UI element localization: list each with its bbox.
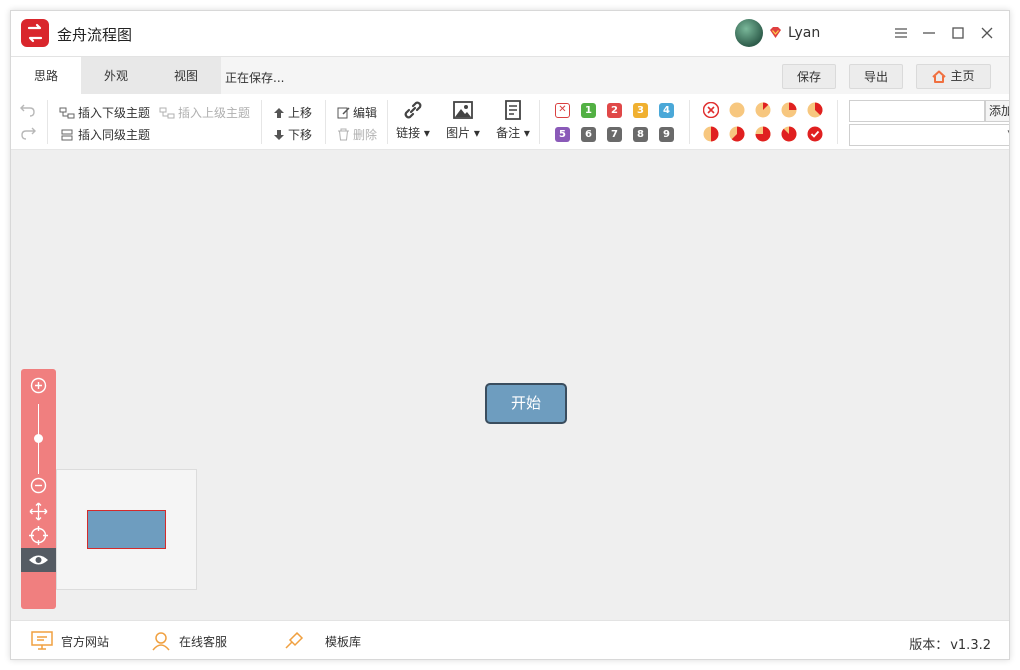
progress-6-icon[interactable] (729, 126, 745, 142)
zoom-slider-handle[interactable] (34, 434, 43, 443)
zoom-in-icon[interactable] (29, 376, 48, 395)
progress-4-icon[interactable] (807, 102, 823, 118)
progress-2-icon[interactable] (755, 102, 771, 118)
priority-4-icon[interactable]: 4 (659, 103, 674, 118)
arrow-down-icon (274, 129, 284, 140)
app-window: 金舟流程图 Lyan 思路 外观 视图 正在保存... 保存 导出 主页 插入下… (10, 10, 1010, 660)
insert-sibling-icon (61, 129, 73, 140)
app-logo-icon (21, 19, 49, 47)
note-button[interactable]: 备注 ▾ (491, 98, 535, 141)
move-icon[interactable] (29, 502, 48, 521)
tag-select[interactable]: ▾ (849, 124, 1009, 146)
link-button[interactable]: 链接 ▾ (391, 98, 435, 141)
zoom-out-icon[interactable] (29, 476, 48, 495)
priority-2-icon[interactable]: 2 (607, 103, 622, 118)
insert-child-button[interactable]: 插入下级主题 (59, 104, 150, 121)
insert-child-icon (59, 107, 75, 118)
image-button[interactable]: 图片 ▾ (441, 98, 485, 141)
progress-7-icon[interactable] (755, 126, 771, 142)
progress-1-icon[interactable] (729, 102, 745, 118)
tab-thinking[interactable]: 思路 (11, 57, 81, 95)
edit-icon (337, 107, 350, 119)
center-icon[interactable] (29, 526, 48, 545)
undo-icon[interactable] (19, 102, 37, 118)
eye-icon (29, 555, 48, 565)
arrow-up-icon (274, 107, 284, 118)
insert-sibling-button[interactable]: 插入同级主题 (59, 126, 150, 143)
progress-9-icon[interactable] (807, 126, 823, 142)
avatar[interactable] (735, 19, 763, 47)
add-button[interactable]: 添加 (985, 100, 1009, 122)
priority-8-icon[interactable]: 8 (633, 127, 648, 142)
user-icon (152, 632, 170, 651)
insert-parent-button[interactable]: 插入上级主题 (159, 104, 250, 121)
website-link[interactable]: 官方网站 (31, 631, 109, 651)
chevron-down-icon: ▾ (1007, 128, 1009, 138)
brush-icon (285, 631, 304, 649)
close-icon[interactable] (977, 23, 997, 43)
priority-clear-icon[interactable]: ✕ (555, 103, 570, 118)
ribbon-toolbar: 插入下级主题 插入上级主题 插入同级主题 上移 下移 编辑 删除 链接 ▾ 图片… (11, 94, 1009, 150)
start-node[interactable]: 开始 (485, 383, 567, 424)
note-icon (505, 100, 521, 120)
title-bar: 金舟流程图 Lyan (11, 11, 1009, 56)
app-title: 金舟流程图 (57, 26, 133, 44)
progress-3-icon[interactable] (781, 102, 797, 118)
progress-8-icon[interactable] (781, 126, 797, 142)
export-button[interactable]: 导出 (849, 64, 903, 89)
image-icon (453, 101, 473, 119)
priority-9-icon[interactable]: 9 (659, 127, 674, 142)
save-button[interactable]: 保存 (782, 64, 836, 89)
move-down-button[interactable]: 下移 (273, 126, 312, 143)
menu-icon[interactable] (891, 23, 911, 43)
saving-status: 正在保存... (225, 71, 285, 85)
footer: 官方网站 在线客服 模板库 版本： v1.3.2 (11, 620, 1009, 659)
priority-1-icon[interactable]: 1 (581, 103, 596, 118)
tab-appearance[interactable]: 外观 (81, 57, 151, 95)
zoom-toolbar (21, 369, 56, 609)
redo-icon[interactable] (19, 125, 37, 141)
preview-toggle[interactable] (21, 548, 56, 572)
minimize-icon[interactable] (919, 23, 939, 43)
move-up-button[interactable]: 上移 (273, 104, 312, 121)
minimap[interactable] (56, 469, 197, 590)
progress-5-icon[interactable] (703, 126, 719, 142)
user-name[interactable]: Lyan (788, 25, 820, 41)
vip-icon (770, 27, 781, 38)
trash-icon (338, 128, 349, 141)
home-button[interactable]: 主页 (916, 64, 991, 89)
progress-clear-icon[interactable] (703, 102, 719, 118)
tab-view[interactable]: 视图 (151, 57, 221, 95)
delete-button[interactable]: 删除 (337, 126, 377, 143)
tab-bar: 思路 外观 视图 正在保存... 保存 导出 主页 (11, 56, 1009, 95)
edit-button[interactable]: 编辑 (337, 104, 377, 121)
home-label: 主页 (950, 69, 975, 83)
templates-link[interactable]: 模板库 (283, 631, 361, 651)
minimap-node (87, 510, 166, 549)
link-icon (404, 101, 422, 119)
version-info: 版本： v1.3.2 (909, 638, 991, 653)
priority-6-icon[interactable]: 6 (581, 127, 596, 142)
maximize-icon[interactable] (948, 23, 968, 43)
priority-3-icon[interactable]: 3 (633, 103, 648, 118)
priority-7-icon[interactable]: 7 (607, 127, 622, 142)
canvas[interactable]: 开始 (11, 150, 1009, 620)
monitor-icon (31, 631, 53, 650)
insert-parent-icon (159, 107, 175, 118)
tag-input[interactable] (849, 100, 985, 122)
home-icon (932, 70, 947, 83)
priority-5-icon[interactable]: 5 (555, 127, 570, 142)
support-link[interactable]: 在线客服 (151, 631, 227, 651)
